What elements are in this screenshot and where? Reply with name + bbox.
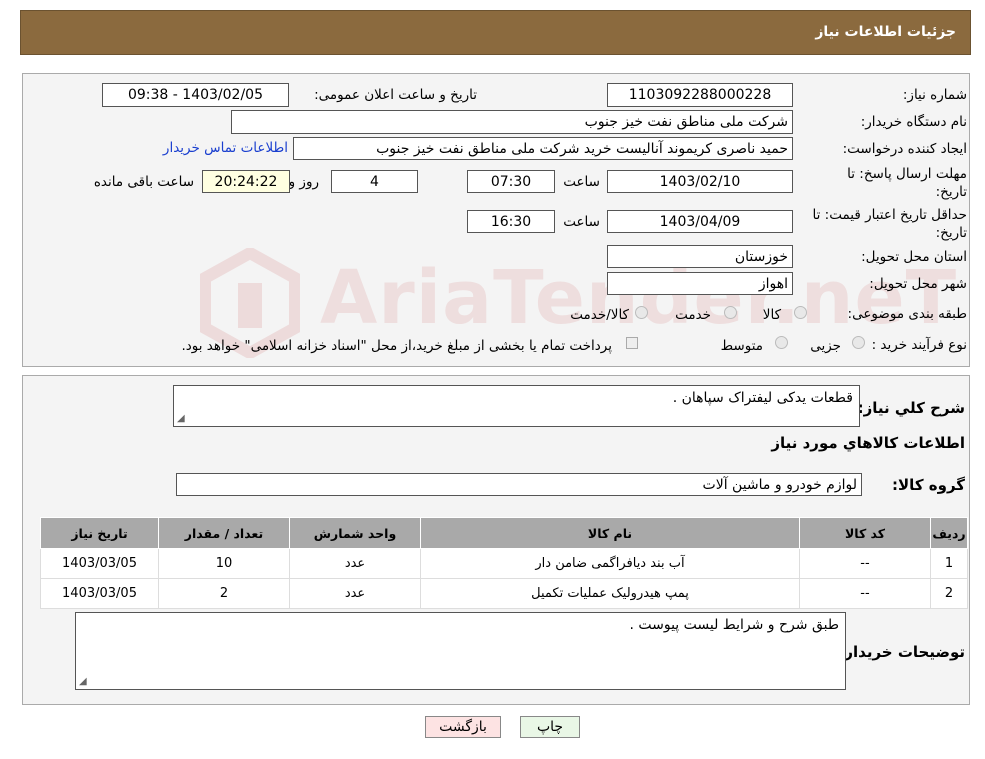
print-button[interactable]: چاپ [520,716,580,738]
category-goods-label: کالا [762,307,781,323]
col-date-header: تاريخ نياز [40,517,159,549]
process-minor-label: جزیی [810,338,841,354]
validity-label: حداقل تاریخ اعتبار قیمت: تا [812,207,967,223]
category-label: طبقه بندی موضوعی: [847,306,967,322]
page-header: جزئیات اطلاعات نیاز [20,10,971,55]
need-number-label: شماره نیاز: [902,87,967,103]
goods-code: -- [799,548,931,579]
table-header-row: رديف کد کالا نام کالا واحد شمارش تعداد /… [40,517,968,549]
description-textarea: قطعات یدکی لیفتراک سپاهان . ◢ [173,385,860,427]
table-row: 1 -- آب بند دیافراگمی ضامن دار عدد 10 14… [40,548,968,579]
buyer-org-field: شرکت ملی مناطق نفت خیز جنوب [231,110,793,134]
process-minor-radio[interactable] [852,336,865,349]
process-medium-label: متوسط [720,338,763,354]
buyer-notes-label: توضیحات خریدار: [838,643,965,661]
category-both-radio[interactable] [635,306,648,319]
buyer-notes-value: طبق شرح و شرایط لیست پیوست . [629,617,839,633]
goods-unit: عدد [289,578,421,609]
need-number-field: 1103092288000228 [607,83,793,107]
remaining-label: ساعت باقی مانده [93,174,194,190]
goods-name: آب بند دیافراگمی ضامن دار [420,548,800,579]
announce-label: تاریخ و ساعت اعلان عمومی: [314,87,477,103]
buyer-org-label: نام دستگاه خریدار: [860,114,967,130]
treasury-checkbox[interactable] [626,337,638,349]
category-both-label: کالا/خدمت [570,307,629,323]
col-code-header: کد کالا [799,517,931,549]
col-qty-header: تعداد / مقدار [158,517,290,549]
description-label: شرح کلي نياز: [857,399,965,417]
category-service-radio[interactable] [724,306,737,319]
col-row-header: رديف [930,517,968,549]
deadline-label: مهلت ارسال پاسخ: تا [847,166,967,182]
col-unit-header: واحد شمارش [289,517,421,549]
validity-time-field: 16:30 [467,210,555,233]
process-medium-radio[interactable] [775,336,788,349]
description-value: قطعات یدکی لیفتراک سپاهان . [672,390,853,406]
remaining-time-field: 20:24:22 [202,170,290,193]
city-label: شهر محل تحویل: [869,276,967,292]
back-button[interactable]: بازگشت [425,716,501,738]
days-label: روز و [288,174,319,190]
deadline-date-field: 1403/02/10 [607,170,793,193]
validity-label-date: تاریخ: [935,225,967,241]
province-field: خوزستان [607,245,793,268]
col-name-header: نام کالا [420,517,800,549]
goods-code: -- [799,578,931,609]
days-field: 4 [331,170,418,193]
category-goods-radio[interactable] [794,306,807,319]
goods-name: پمپ هیدرولیک عملیات تکمیل [420,578,800,609]
row-number: 2 [930,578,968,609]
province-label: استان محل تحویل: [861,249,967,265]
validity-date-field: 1403/04/09 [607,210,793,233]
table-row: 2 -- پمپ هیدرولیک عملیات تکمیل عدد 2 140… [40,578,968,609]
deadline-label-date: تاریخ: [935,184,967,200]
goods-group-field: لوازم خودرو و ماشین آلات [176,473,862,496]
resize-grip-icon[interactable]: ◢ [177,413,185,424]
goods-table: رديف کد کالا نام کالا واحد شمارش تعداد /… [40,517,968,609]
buyer-contact-link[interactable]: اطلاعات تماس خریدار [163,140,288,156]
creator-label: ایجاد کننده درخواست: [842,141,967,157]
goods-unit: عدد [289,548,421,579]
payment-note: پرداخت تمام یا بخشی از مبلغ خرید،از محل … [181,338,612,354]
process-label: نوع فرآیند خرید : [871,337,967,353]
resize-grip-icon[interactable]: ◢ [79,676,87,687]
announce-field: 1403/02/05 - 09:38 [102,83,289,107]
goods-qty: 10 [158,548,290,579]
validity-time-label: ساعت [563,214,600,230]
creator-field: حمید ناصری کریموند آنالیست خرید شرکت ملی… [293,137,793,160]
row-number: 1 [930,548,968,579]
goods-group-label: گروه کالا: [892,476,965,494]
buyer-notes-textarea: طبق شرح و شرایط لیست پیوست . ◢ [75,612,846,690]
deadline-time-label: ساعت [563,174,600,190]
page-title: جزئیات اطلاعات نیاز [815,24,956,40]
deadline-time-field: 07:30 [467,170,555,193]
goods-date: 1403/03/05 [40,578,159,609]
goods-qty: 2 [158,578,290,609]
city-field: اهواز [607,272,793,295]
goods-info-title: اطلاعات کالاهاي مورد نياز [771,434,965,452]
category-service-label: خدمت [675,307,711,323]
goods-date: 1403/03/05 [40,548,159,579]
